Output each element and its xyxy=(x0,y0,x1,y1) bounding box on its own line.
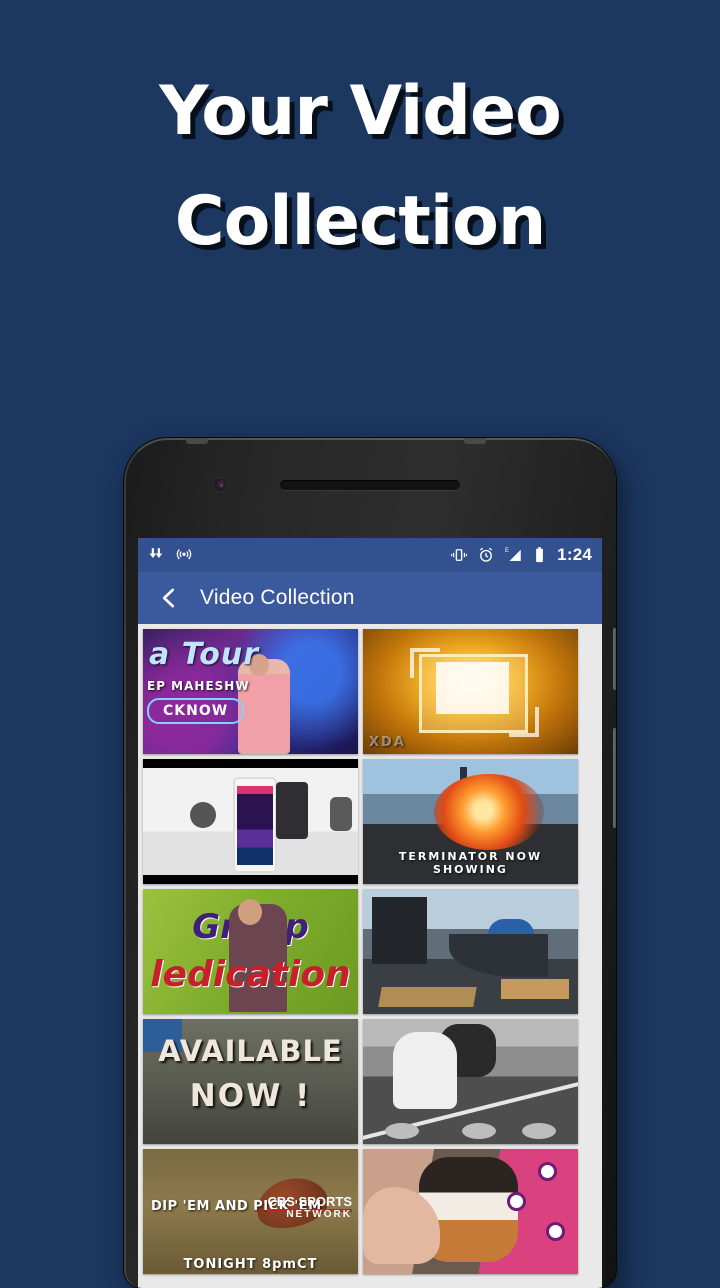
umbrella-icon xyxy=(487,919,534,935)
side-object xyxy=(329,796,352,831)
front-camera-icon xyxy=(214,478,227,491)
thumb1-subtitle: EP MAHESHW xyxy=(147,679,250,693)
video-thumbnail-item[interactable]: TERMINATOR NOW SHOWING xyxy=(363,759,578,884)
alarm-icon xyxy=(480,547,493,562)
status-bar-clock: 1:24 xyxy=(557,545,592,564)
blanket-eye-2 xyxy=(507,1191,527,1211)
video-thumbnail-item[interactable] xyxy=(363,1019,578,1144)
thumbnail-image-8 xyxy=(363,1019,578,1144)
video-thumbnail-item[interactable] xyxy=(363,889,578,1014)
thumbnail-image-4: TERMINATOR NOW SHOWING xyxy=(363,759,578,884)
thumb2-watermark: XDA xyxy=(369,735,406,750)
letterbox-bottom xyxy=(143,875,358,884)
dark-box-object xyxy=(276,781,309,839)
earpiece-speaker xyxy=(280,480,460,490)
thumbnail-image-6 xyxy=(363,889,578,1014)
hotspot-icon xyxy=(176,549,192,560)
thumb1-pill-label: CKNOW xyxy=(147,697,245,724)
letterbox-top xyxy=(143,759,358,768)
status-bar: E 1:24 xyxy=(138,538,602,572)
page-title: Your Video Collection xyxy=(0,78,720,256)
phone-antenna-nub-left xyxy=(186,438,208,444)
vibrate-icon xyxy=(451,549,468,561)
video-grid-scroll[interactable]: a Tour EP MAHESHW CKNOW XDA TERMINATOR N… xyxy=(138,624,602,1288)
rock-2 xyxy=(461,1123,496,1139)
thumbnail-image-5: Group ledication xyxy=(143,889,358,1014)
figure-front xyxy=(393,1031,458,1109)
plywood-sheet xyxy=(378,986,477,1007)
thumbnail-image-9: DIP 'EM AND PICK 'EM CBS SPORTS NETWORK … xyxy=(143,1149,358,1274)
thumb7-line1: AVAILABLE xyxy=(158,1034,343,1068)
headline-line-2: Collection xyxy=(174,182,547,261)
download-icon xyxy=(149,548,163,558)
cbs-sports-logo: CBS SPORTS NETWORK xyxy=(267,1194,352,1220)
power-button[interactable] xyxy=(613,728,616,828)
thumbnail-image-1: a Tour EP MAHESHW CKNOW xyxy=(143,629,358,754)
phone-antenna-nub-right xyxy=(464,438,486,444)
video-thumbnail-item[interactable]: DIP 'EM AND PICK 'EM CBS SPORTS NETWORK … xyxy=(143,1149,358,1274)
video-thumbnail-item[interactable]: a Tour EP MAHESHW CKNOW xyxy=(143,629,358,754)
tablet-window xyxy=(436,661,510,714)
round-object xyxy=(190,801,217,828)
headline-line-1: Your Video xyxy=(159,72,562,151)
blanket-eye-3 xyxy=(546,1221,566,1241)
video-grid: a Tour EP MAHESHW CKNOW XDA TERMINATOR N… xyxy=(138,624,602,1279)
skate-ramp xyxy=(449,934,548,977)
edge-signal-icon: E xyxy=(505,548,521,561)
status-bar-left-icons xyxy=(148,546,193,564)
video-thumbnail-item[interactable]: Group ledication xyxy=(143,889,358,1014)
thumbnail-image-10 xyxy=(363,1149,578,1274)
svg-text:E: E xyxy=(505,548,509,554)
phone-mockup: E 1:24 Video Collection a Tour EP MAHESH… xyxy=(124,438,616,1288)
thumbnail-image-7: AVAILABLE NOW ! xyxy=(143,1019,358,1144)
phone-product-screen xyxy=(237,785,274,865)
video-thumbnail-item[interactable]: XDA xyxy=(363,629,578,754)
back-arrow-icon[interactable] xyxy=(156,585,182,611)
scaffold-rig xyxy=(371,896,428,964)
video-thumbnail-item[interactable] xyxy=(143,759,358,884)
thumb9-schedule: TONIGHT 8pmCT xyxy=(183,1257,318,1272)
thumbnail-image-3 xyxy=(143,759,358,884)
phone-screen: E 1:24 Video Collection a Tour EP MAHESH… xyxy=(138,538,602,1288)
corner-bracket-top xyxy=(410,647,441,678)
battery-icon xyxy=(536,547,544,563)
corner-bracket-bottom xyxy=(509,706,540,737)
thumb7-line2: NOW ! xyxy=(189,1077,312,1114)
video-thumbnail-item[interactable]: AVAILABLE NOW ! xyxy=(143,1019,358,1144)
rock-3 xyxy=(522,1123,557,1139)
rock-1 xyxy=(384,1123,419,1139)
status-bar-right-icons: E 1:24 xyxy=(450,545,592,565)
lumber-stack xyxy=(500,979,570,999)
app-bar-title: Video Collection xyxy=(200,586,355,609)
explosion-fireball xyxy=(433,774,544,850)
volume-button[interactable] xyxy=(613,628,616,690)
app-bar: Video Collection xyxy=(138,572,602,624)
phone-product xyxy=(233,776,278,873)
thumb1-title: a Tour xyxy=(149,636,260,672)
video-thumbnail-item[interactable] xyxy=(363,1149,578,1274)
thumb5-word2: ledication xyxy=(150,954,351,995)
thumb4-caption: TERMINATOR NOW SHOWING xyxy=(398,850,543,876)
presenter-head xyxy=(237,899,262,925)
blanket-eye-1 xyxy=(537,1161,557,1181)
thumbnail-image-2: XDA xyxy=(363,629,578,754)
